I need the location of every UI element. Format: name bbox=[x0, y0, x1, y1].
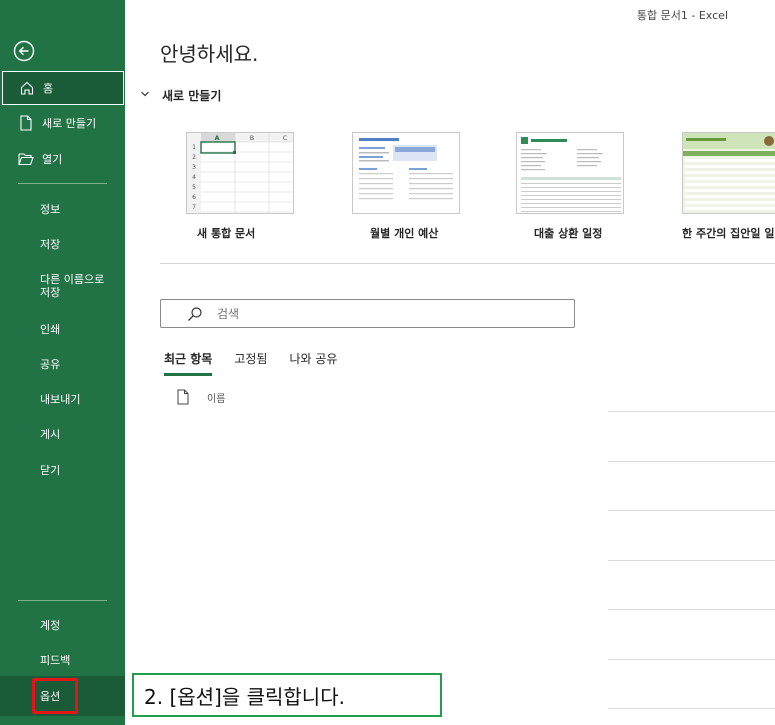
window-title: 통합 문서1 - Excel bbox=[636, 9, 728, 22]
sidebar-item-label: 닫기 bbox=[40, 463, 61, 477]
folder-open-icon bbox=[18, 151, 34, 167]
sidebar-item-home[interactable]: 홈 bbox=[2, 71, 124, 105]
sidebar-item-label: 정보 bbox=[40, 202, 61, 216]
list-row-divider bbox=[608, 609, 775, 610]
sidebar-item-label: 인쇄 bbox=[40, 322, 61, 336]
sidebar-item-print[interactable]: 인쇄 bbox=[0, 321, 125, 337]
template-loan-schedule[interactable]: 대출 상환 일정 bbox=[516, 132, 624, 240]
tab-pinned[interactable]: 고정됨 bbox=[234, 350, 267, 376]
svg-text:A: A bbox=[214, 134, 219, 142]
options-highlight-box bbox=[32, 678, 78, 714]
back-arrow-icon[interactable] bbox=[12, 39, 36, 63]
template-caption: 새 통합 문서 bbox=[197, 227, 256, 240]
template-caption: 한 주간의 집안일 일 bbox=[682, 227, 775, 240]
new-section-title: 새로 만들기 bbox=[162, 89, 222, 103]
svg-text:2: 2 bbox=[192, 154, 196, 161]
sidebar-item-new[interactable]: 새로 만들기 bbox=[0, 114, 125, 132]
template-thumbnail bbox=[516, 132, 624, 214]
svg-text:6: 6 bbox=[192, 194, 196, 201]
tab-recent[interactable]: 최근 항목 bbox=[164, 350, 213, 376]
sidebar-item-save[interactable]: 저장 bbox=[0, 236, 125, 252]
template-thumbnail bbox=[682, 132, 775, 214]
new-section-header[interactable]: 새로 만들기 bbox=[140, 87, 221, 104]
list-row-divider bbox=[608, 659, 775, 660]
list-row-divider bbox=[608, 411, 775, 412]
template-weekly-chores[interactable]: 한 주간의 집안일 일 bbox=[682, 132, 775, 240]
sidebar-item-feedback[interactable]: 피드백 bbox=[0, 652, 125, 668]
search-box[interactable] bbox=[160, 299, 575, 328]
page-title: 안녕하세요. bbox=[160, 42, 259, 66]
search-input[interactable] bbox=[217, 306, 517, 321]
svg-text:B: B bbox=[250, 134, 254, 142]
tab-shared-with-me[interactable]: 나와 공유 bbox=[289, 350, 337, 376]
sidebar-divider bbox=[18, 183, 107, 184]
file-list-header[interactable]: 이름 bbox=[176, 389, 225, 405]
list-row-divider bbox=[608, 510, 775, 511]
sidebar-divider bbox=[18, 600, 107, 601]
sidebar-item-open[interactable]: 열기 bbox=[0, 150, 125, 168]
file-list-name-column: 이름 bbox=[207, 393, 226, 405]
sidebar-item-label: 다른 이름으로 저장 bbox=[40, 273, 105, 299]
template-blank-workbook[interactable]: A B C 1 2 3 4 5 6 7 새 통합 문서 bbox=[186, 132, 294, 240]
svg-text:3: 3 bbox=[192, 164, 196, 171]
template-thumbnail: A B C 1 2 3 4 5 6 7 bbox=[186, 132, 294, 214]
sidebar-item-label: 게시 bbox=[40, 427, 61, 441]
search-icon bbox=[187, 306, 203, 322]
sidebar-item-label: 내보내기 bbox=[40, 392, 81, 406]
template-caption: 월별 개인 예산 bbox=[370, 227, 439, 240]
sidebar-item-account[interactable]: 계정 bbox=[0, 617, 125, 633]
list-row-divider bbox=[608, 461, 775, 462]
sidebar-item-label: 저장 bbox=[40, 237, 61, 251]
sidebar-item-close[interactable]: 닫기 bbox=[0, 462, 125, 478]
home-icon bbox=[19, 80, 35, 96]
list-row-divider bbox=[608, 708, 775, 709]
sidebar-item-label: 공유 bbox=[40, 357, 61, 371]
new-document-icon bbox=[18, 115, 34, 131]
chevron-down-icon bbox=[140, 90, 150, 101]
template-monthly-budget[interactable]: 월별 개인 예산 bbox=[352, 132, 460, 240]
sidebar-item-publish[interactable]: 게시 bbox=[0, 426, 125, 442]
sidebar-item-info[interactable]: 정보 bbox=[0, 201, 125, 217]
list-row-divider bbox=[608, 560, 775, 561]
svg-text:C: C bbox=[283, 134, 288, 142]
svg-text:5: 5 bbox=[192, 184, 196, 191]
backstage-sidebar: 홈 새로 만들기 열기 정보 저장 다른 이름으로 저장 인쇄 공유 내보내기 … bbox=[0, 0, 125, 725]
svg-text:7: 7 bbox=[192, 204, 196, 211]
sidebar-item-label: 피드백 bbox=[40, 653, 71, 667]
file-icon bbox=[176, 389, 190, 405]
svg-text:1: 1 bbox=[192, 144, 196, 151]
sidebar-item-label: 계정 bbox=[40, 618, 61, 632]
template-caption: 대출 상환 일정 bbox=[534, 227, 603, 240]
sidebar-item-share[interactable]: 공유 bbox=[0, 356, 125, 372]
instruction-callout: 2. [옵션]을 클릭합니다. bbox=[132, 673, 442, 717]
svg-text:4: 4 bbox=[192, 174, 196, 181]
file-tabs: 최근 항목 고정됨 나와 공유 bbox=[164, 350, 359, 376]
sidebar-item-label: 새로 만들기 bbox=[42, 116, 97, 130]
sidebar-item-label: 홈 bbox=[43, 82, 54, 95]
sidebar-item-export[interactable]: 내보내기 bbox=[0, 391, 125, 407]
template-thumbnail bbox=[352, 132, 460, 214]
sidebar-item-label: 열기 bbox=[42, 152, 63, 166]
section-divider bbox=[160, 263, 775, 264]
sidebar-item-save-as[interactable]: 다른 이름으로 저장 bbox=[0, 271, 125, 301]
